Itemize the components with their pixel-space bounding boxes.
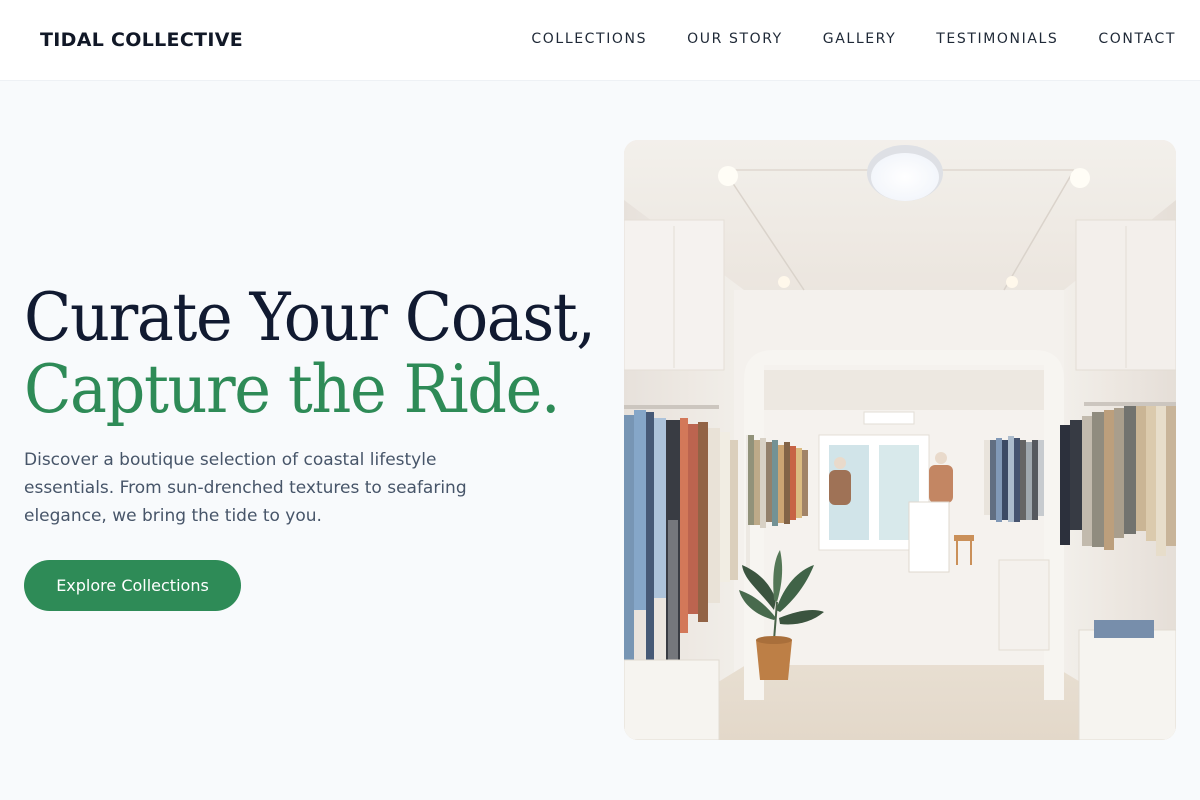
main-nav: COLLECTIONS OUR STORY GALLERY TESTIMONIA… <box>531 30 1176 48</box>
site-header: TIDAL COLLECTIVE COLLECTIONS OUR STORY G… <box>0 0 1200 81</box>
hero-text: Curate Your Coast, Capture the Ride. Dis… <box>24 282 604 530</box>
hero-store-image <box>624 140 1176 740</box>
hero-headline: Curate Your Coast, Capture the Ride. <box>24 282 604 426</box>
nav-link-our-story[interactable]: OUR STORY <box>687 30 783 48</box>
brand-logo[interactable]: TIDAL COLLECTIVE <box>40 28 243 52</box>
nav-link-contact[interactable]: CONTACT <box>1098 30 1176 48</box>
headline-line-1: Curate Your Coast, <box>24 279 596 356</box>
nav-link-gallery[interactable]: GALLERY <box>823 30 896 48</box>
nav-link-collections[interactable]: COLLECTIONS <box>531 30 647 48</box>
nav-link-testimonials[interactable]: TESTIMONIALS <box>936 30 1058 48</box>
explore-collections-button[interactable]: Explore Collections <box>24 560 241 611</box>
hero-description: Discover a boutique selection of coastal… <box>24 450 467 526</box>
headline-line-2: Capture the Ride. <box>24 351 561 428</box>
